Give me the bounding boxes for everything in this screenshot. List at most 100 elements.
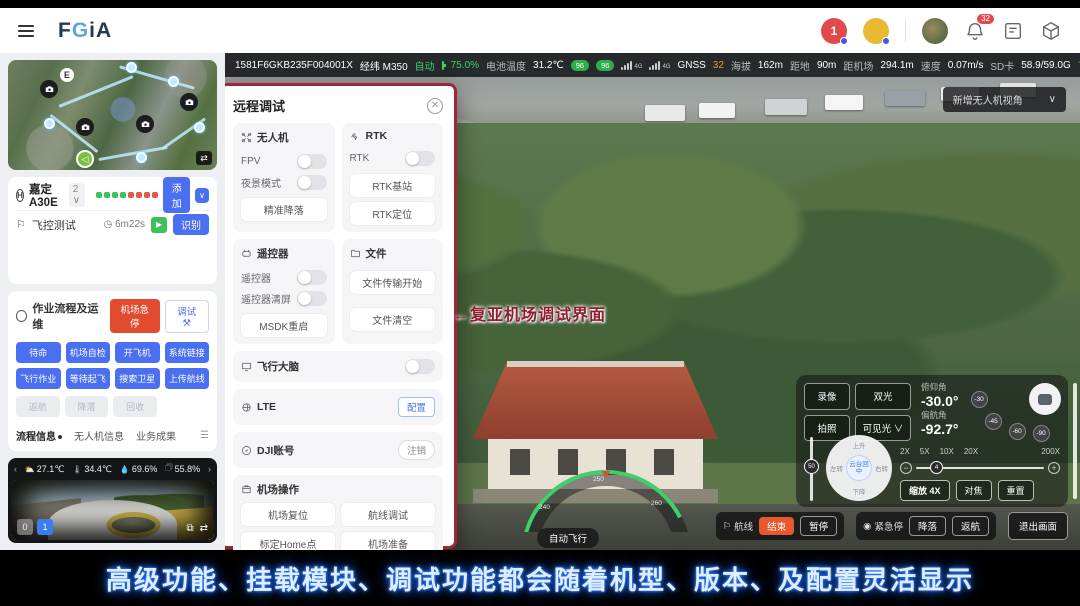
waypoint-dot[interactable]: [168, 76, 179, 87]
rc-toggle[interactable]: [297, 270, 327, 285]
yaw-right-button[interactable]: 右转: [875, 463, 888, 473]
prev-arrow-icon[interactable]: ‹: [14, 464, 17, 474]
zoom-in-button[interactable]: +: [1048, 462, 1060, 474]
warning-avatar[interactable]: [863, 18, 889, 44]
gnss-count: 32: [713, 60, 724, 71]
preset-minus45[interactable]: -45: [985, 413, 1002, 430]
waypoint-camera[interactable]: [40, 80, 58, 98]
end-route-button[interactable]: 结束: [759, 517, 794, 535]
flight-brain-toggle[interactable]: [405, 359, 435, 374]
route-debug-button[interactable]: 航线调试: [341, 503, 435, 526]
zoom-out-button[interactable]: −: [900, 462, 912, 474]
throttle-knob[interactable]: 50: [804, 459, 819, 474]
rc-clear-screen-toggle[interactable]: [297, 291, 327, 306]
zoom-level-button[interactable]: 缩放 4X: [900, 480, 950, 501]
file-clear-button[interactable]: 文件清空: [350, 308, 436, 331]
yaw-left-button[interactable]: 左转: [830, 463, 843, 473]
dock-prepare-button[interactable]: 机场准备: [341, 532, 435, 550]
rtk-position-button[interactable]: RTK定位: [350, 202, 436, 225]
filter-icon[interactable]: ☰: [200, 430, 209, 441]
waypoint-dot[interactable]: [126, 62, 137, 73]
lte-config-button[interactable]: 配置: [398, 397, 435, 417]
descend-button[interactable]: 下降: [853, 486, 866, 496]
pause-route-button[interactable]: 暂停: [800, 516, 837, 536]
zoom-knob[interactable]: 4: [930, 461, 943, 474]
precise-landing-button[interactable]: 精准降落: [241, 198, 327, 221]
document-icon[interactable]: [1002, 20, 1024, 42]
workflow-title: 作业流程及运维: [32, 300, 104, 332]
apps-cube-icon[interactable]: [1040, 20, 1062, 42]
dock-reset-button[interactable]: 机场复位: [241, 503, 335, 526]
debug-button[interactable]: 调试 ⚒: [165, 300, 209, 333]
start-point-marker[interactable]: ◁: [76, 150, 94, 168]
scene-car: [645, 105, 685, 121]
rtk-base-button[interactable]: RTK基站: [350, 174, 436, 197]
alert-avatar[interactable]: 1: [821, 18, 847, 44]
bell-icon[interactable]: 32: [964, 20, 986, 42]
waypoint-camera[interactable]: [76, 118, 94, 136]
add-drone-view-dropdown[interactable]: 新增无人机视角∨: [943, 87, 1066, 112]
drone-video-feed[interactable]: 1581F6GKB235F004001X 经纬 M350 自动 75.0% 电池…: [225, 53, 1080, 550]
calibrate-home-button[interactable]: 标定Home点: [241, 532, 335, 550]
mission-map[interactable]: ◁ E ⇄: [8, 60, 217, 170]
dock-camera-card: ‹ ⛅27.1℃ 🌡34.4℃ 💧69.6% 🗇55.8% › 0 1 ⧉: [8, 458, 217, 543]
gimbal-recenter-button[interactable]: 云台回中: [846, 455, 872, 481]
rtk-toggle[interactable]: [405, 151, 435, 166]
waypoint-camera[interactable]: [136, 115, 154, 133]
divider: [905, 20, 906, 42]
pitch-value: -30.0°: [921, 393, 959, 409]
next-arrow-icon[interactable]: ›: [208, 464, 211, 474]
waypoint-dot[interactable]: [44, 118, 55, 129]
return-home-button[interactable]: 返航: [952, 516, 989, 536]
land-button[interactable]: 降落: [909, 516, 946, 536]
fpv-toggle[interactable]: [297, 154, 327, 169]
tab-drone-info[interactable]: 无人机信息: [74, 428, 124, 443]
map-swap-icon[interactable]: ⇄: [196, 151, 212, 165]
rc-section: 遥控器 遥控器 遥控器清屏 MSDK重启: [233, 239, 335, 344]
auto-flight-badge[interactable]: 自动飞行: [537, 528, 599, 548]
tab-process-info[interactable]: 流程信息: [16, 428, 62, 443]
waypoint-dot[interactable]: [194, 122, 205, 133]
cell2-pill: 96: [596, 60, 614, 71]
camera-0-button[interactable]: 0: [17, 519, 33, 535]
dock-fisheye-video[interactable]: 0 1 ⧉ ⇄: [11, 480, 214, 540]
device-count-dropdown[interactable]: 2 ∨: [69, 183, 86, 207]
record-button[interactable]: 录像: [804, 383, 850, 410]
flight-dpad: 上升 下降 左转 右转 云台回中: [826, 435, 892, 501]
gimbal-icon: [1038, 394, 1052, 405]
dji-account-section: DJI账号 注销: [233, 432, 443, 468]
swap-view-icon[interactable]: ⇄: [200, 523, 208, 534]
device-name: 嘉定A30E: [29, 181, 58, 209]
focus-button[interactable]: 对焦: [956, 480, 992, 501]
msdk-restart-button[interactable]: MSDK重启: [241, 314, 327, 337]
annotation-text: ←复亚机场调试界面: [453, 301, 606, 325]
close-icon[interactable]: ✕: [427, 98, 443, 114]
pip-icon[interactable]: ⧉: [186, 523, 193, 534]
tab-business-result[interactable]: 业务成果: [136, 428, 176, 443]
add-dropdown-button[interactable]: ∨: [195, 188, 209, 203]
exit-view-button[interactable]: 退出画面: [1008, 512, 1068, 540]
dock-estop-button[interactable]: 机场急停: [110, 299, 160, 333]
drone-icon: [241, 132, 252, 143]
zoom-scale[interactable]: 2X 5X 10X 20X 200X: [900, 447, 1060, 456]
humidity2-icon: 🗇: [165, 462, 172, 476]
logout-button[interactable]: 注销: [398, 440, 435, 460]
gimbal-orientation-button[interactable]: [1029, 383, 1061, 415]
camera-1-button[interactable]: 1: [37, 519, 53, 535]
user-avatar[interactable]: [922, 18, 948, 44]
preset-minus30[interactable]: -30: [971, 391, 988, 408]
dual-light-button[interactable]: 双光: [855, 383, 911, 410]
play-button[interactable]: ▶: [151, 217, 167, 233]
throttle-slider[interactable]: 50: [804, 437, 818, 501]
night-mode-toggle[interactable]: [297, 175, 327, 190]
add-button[interactable]: 添加: [163, 177, 190, 213]
ascend-button[interactable]: 上升: [853, 440, 866, 450]
identify-button[interactable]: 识别: [173, 214, 209, 235]
reset-button[interactable]: 重置: [998, 480, 1034, 501]
waypoint-dot[interactable]: [136, 152, 147, 163]
zoom-slider[interactable]: 4: [916, 467, 1044, 470]
menu-icon[interactable]: [18, 25, 34, 37]
waypoint-camera[interactable]: [180, 93, 198, 111]
file-transfer-start-button[interactable]: 文件传输开始: [350, 271, 436, 294]
edge-scrollbar[interactable]: [1073, 383, 1077, 499]
